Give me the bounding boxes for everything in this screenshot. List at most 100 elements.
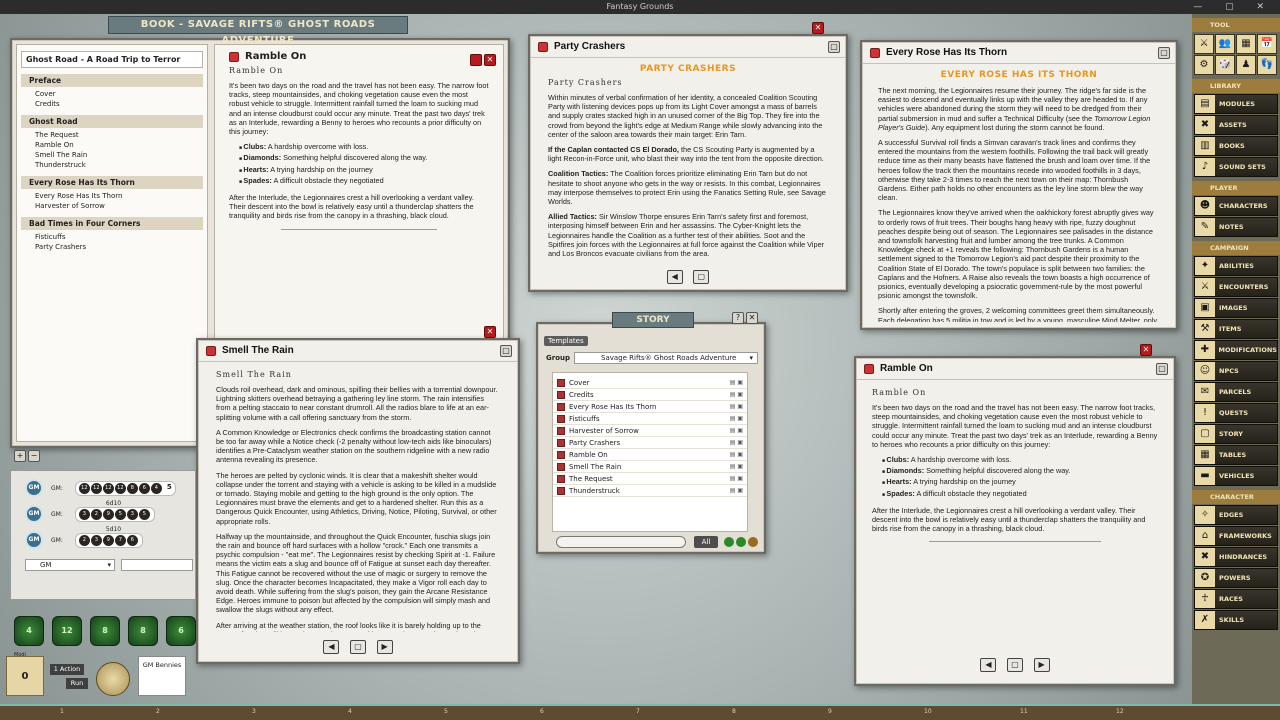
share-icon[interactable]: ▤ ▣ <box>730 475 743 482</box>
add-icon[interactable] <box>724 537 734 547</box>
window-controls[interactable]: — ▢ ✕ <box>1193 0 1274 14</box>
list-item[interactable]: Credits ▤ ▣ <box>553 389 747 401</box>
share-icon[interactable]: ▤ ▣ <box>730 487 743 494</box>
tool-icon[interactable]: 👥 <box>1215 34 1235 54</box>
sidebar-item-parcels[interactable]: ✉ PARCELS <box>1194 382 1278 402</box>
link-icon[interactable] <box>229 51 239 62</box>
toc-link[interactable]: Thunderstruck <box>17 160 207 170</box>
list-item[interactable]: Thunderstruck ▤ ▣ <box>553 485 747 497</box>
die-icon[interactable]: 8 <box>90 616 120 646</box>
sidebar-item-frameworks[interactable]: ⌂ FRAMEWORKS <box>1194 526 1278 546</box>
toc-link[interactable]: Party Crashers <box>17 242 207 252</box>
toc-link[interactable]: Every Rose Has Its Thorn <box>17 191 207 201</box>
link-icon[interactable] <box>206 345 216 356</box>
add-icon[interactable]: + <box>14 450 26 462</box>
identity-select[interactable]: GM ▾ <box>25 559 115 571</box>
sidebar-item-images[interactable]: ▣ IMAGES <box>1194 298 1278 318</box>
search-input[interactable] <box>556 536 686 548</box>
tool-icon[interactable]: 🎲 <box>1215 55 1235 75</box>
tab-templates[interactable]: Templates <box>544 336 588 346</box>
share-icon[interactable]: ▤ ▣ <box>730 391 743 398</box>
lock-icon[interactable] <box>470 54 482 66</box>
index-button[interactable]: ▢ <box>350 640 366 654</box>
sidebar-item-story[interactable]: ▢ STORY <box>1194 424 1278 444</box>
remove-icon[interactable]: − <box>28 450 40 462</box>
sidebar-item-characters[interactable]: ☻ CHARACTERS <box>1194 196 1278 216</box>
list-item[interactable]: Fisticuffs ▤ ▣ <box>553 413 747 425</box>
sidebar-item-notes[interactable]: ✎ NOTES <box>1194 217 1278 237</box>
toc-link[interactable]: Ramble On <box>17 140 207 150</box>
chat-input[interactable] <box>121 559 193 571</box>
toc-section-heading[interactable]: Preface <box>21 74 203 87</box>
toc-link[interactable]: Fisticuffs <box>17 232 207 242</box>
sidebar-item-skills[interactable]: ✗ SKILLS <box>1194 610 1278 630</box>
lock-icon[interactable]: ▢ <box>828 41 840 53</box>
list-item[interactable]: Ramble On ▤ ▣ <box>553 449 747 461</box>
die-icon[interactable]: 12 <box>52 616 82 646</box>
list-item[interactable]: Smell The Rain ▤ ▣ <box>553 461 747 473</box>
share-icon[interactable]: ▤ ▣ <box>730 427 743 434</box>
toc-section-heading[interactable]: Ghost Road <box>21 115 203 128</box>
link-icon[interactable] <box>864 363 874 374</box>
close-icon[interactable]: ✕ <box>484 54 496 66</box>
share-icon[interactable]: ▤ ▣ <box>730 439 743 446</box>
modifier-box[interactable]: 0 <box>6 656 44 696</box>
close-icon[interactable]: ✕ <box>484 326 496 338</box>
add-icon[interactable] <box>736 537 746 547</box>
sidebar-item-quests[interactable]: ! QUESTS <box>1194 403 1278 423</box>
share-icon[interactable]: ▤ ▣ <box>730 451 743 458</box>
lock-icon[interactable]: ▢ <box>500 345 512 357</box>
filter-all-button[interactable]: All <box>694 536 718 548</box>
link-icon[interactable] <box>538 41 548 52</box>
tool-icon[interactable]: ⚙ <box>1194 55 1214 75</box>
sidebar-item-books[interactable]: ▥ BOOKS <box>1194 136 1278 156</box>
sidebar-item-encounters[interactable]: ⚔ ENCOUNTERS <box>1194 277 1278 297</box>
list-item[interactable]: Every Rose Has Its Thorn ▤ ▣ <box>553 401 747 413</box>
toc-link[interactable]: Cover <box>17 89 207 99</box>
toc-link[interactable]: Harvester of Sorrow <box>17 201 207 211</box>
toc-section-heading[interactable]: Bad Times in Four Corners <box>21 217 203 230</box>
tool-icon[interactable]: 👣 <box>1257 55 1277 75</box>
sidebar-item-powers[interactable]: ✪ POWERS <box>1194 568 1278 588</box>
sidebar-item-edges[interactable]: ✧ EDGES <box>1194 505 1278 525</box>
group-select[interactable]: Savage Rifts® Ghost Roads Adventure ▾ <box>574 352 758 364</box>
sidebar-item-sound-sets[interactable]: ♪ SOUND SETS <box>1194 157 1278 177</box>
close-icon[interactable]: ✕ <box>746 312 758 324</box>
run-button[interactable]: Run <box>66 678 88 689</box>
sidebar-item-assets[interactable]: ✖ ASSETS <box>1194 115 1278 135</box>
prev-page-button[interactable]: ◀ <box>666 270 683 284</box>
prev-page-button[interactable]: ◀ <box>980 658 997 672</box>
toc-link[interactable]: Credits <box>17 99 207 109</box>
tool-icon[interactable]: ♟ <box>1236 55 1256 75</box>
list-item[interactable]: Party Crashers ▤ ▣ <box>553 437 747 449</box>
link-icon[interactable] <box>870 47 880 58</box>
lock-icon[interactable]: ▢ <box>1158 47 1170 59</box>
next-page-button[interactable]: ▶ <box>376 640 393 654</box>
close-icon[interactable]: ✕ <box>1140 344 1152 356</box>
sidebar-item-modifications[interactable]: ✚ MODIFICATIONS <box>1194 340 1278 360</box>
list-item[interactable]: The Request ▤ ▣ <box>553 473 747 485</box>
share-icon[interactable]: ▤ ▣ <box>730 379 743 386</box>
die-icon[interactable]: 8 <box>128 616 158 646</box>
action-button[interactable]: 1 Action <box>50 664 84 675</box>
list-item[interactable]: Harvester of Sorrow ▤ ▣ <box>553 425 747 437</box>
sidebar-item-modules[interactable]: ▤ MODULES <box>1194 94 1278 114</box>
share-icon[interactable]: ▤ ▣ <box>730 463 743 470</box>
sidebar-item-hindrances[interactable]: ✖ HINDRANCES <box>1194 547 1278 567</box>
sidebar-item-tables[interactable]: ▦ TABLES <box>1194 445 1278 465</box>
share-icon[interactable]: ▤ ▣ <box>730 403 743 410</box>
index-button[interactable]: ▢ <box>693 270 710 284</box>
share-icon[interactable]: ▤ ▣ <box>730 415 743 422</box>
sidebar-item-vehicles[interactable]: ▬ VEHICLES <box>1194 466 1278 486</box>
next-page-button[interactable]: ▶ <box>1033 658 1050 672</box>
lock-icon[interactable]: ▢ <box>1156 363 1168 375</box>
sidebar-item-races[interactable]: ☥ RACES <box>1194 589 1278 609</box>
die-icon[interactable]: 6 <box>166 616 196 646</box>
edit-icon[interactable] <box>748 537 758 547</box>
toc-section-heading[interactable]: Every Rose Has Its Thorn <box>21 176 203 189</box>
toc-link[interactable]: Smell The Rain <box>17 150 207 160</box>
sidebar-item-items[interactable]: ⚒ ITEMS <box>1194 319 1278 339</box>
tool-icon[interactable]: ▦ <box>1236 34 1256 54</box>
die-icon[interactable]: 4 <box>14 616 44 646</box>
tool-icon[interactable]: 📅 <box>1257 34 1277 54</box>
